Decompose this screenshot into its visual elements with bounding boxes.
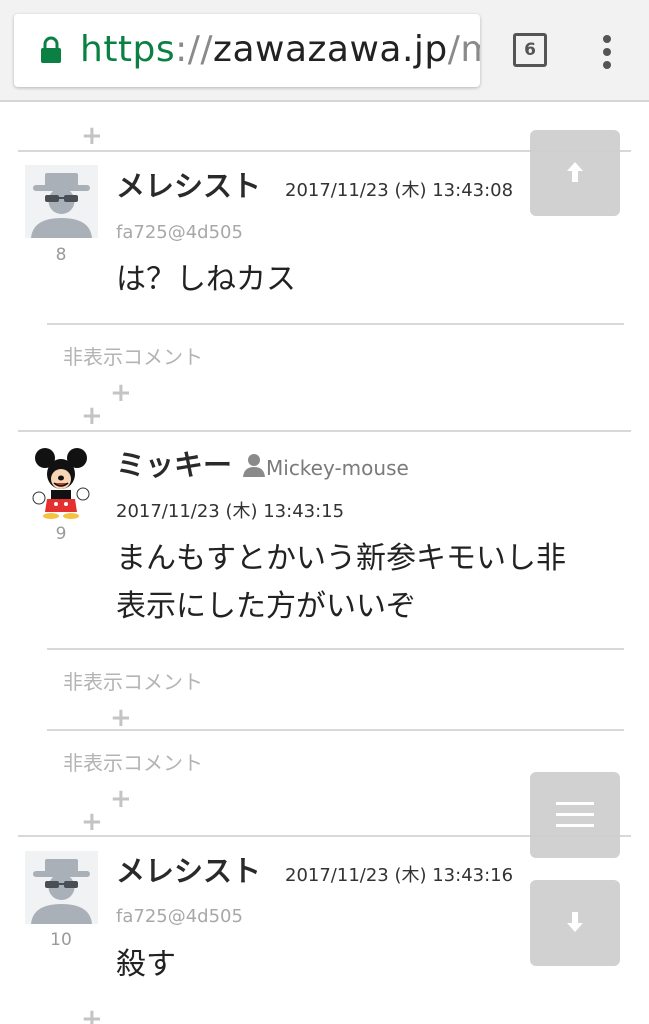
comment-number: 10 [50,930,72,950]
divider [47,323,624,325]
comment-user-id: fa725@4d505 [116,906,243,927]
menu-button[interactable] [530,772,620,858]
scroll-bottom-button[interactable] [530,880,620,966]
expand-icon[interactable]: + [81,1006,103,1024]
url-scheme: https [80,29,176,70]
url-text[interactable]: https://zawazawa.jp/m [80,28,480,72]
arrow-down-icon [567,912,583,932]
expand-icon[interactable]: + [110,786,132,812]
arrow-up-icon [567,162,583,182]
comment-timestamp: 2017/11/23 (木) 13:43:15 [116,501,345,522]
url-path: /m [447,29,480,70]
scroll-top-button[interactable] [530,130,620,216]
url-separator: :// [175,29,214,70]
hidden-comment-label[interactable]: 非表示コメント [63,670,203,694]
hidden-comment-label[interactable]: 非表示コメント [63,345,203,369]
hamburger-menu-icon [556,802,594,827]
expand-icon[interactable]: + [81,403,103,429]
comment-user-id: fa725@4d505 [116,222,243,243]
comment-timestamp: 2017/11/23 (木) 13:43:08 [285,180,514,201]
url-host: zawazawa.jp [213,29,448,70]
tab-switcher-button[interactable]: 6 [513,33,547,67]
expand-icon[interactable]: + [110,705,132,731]
browser-toolbar: https://zawazawa.jp/m 6 [0,0,649,102]
expand-icon[interactable]: + [81,809,103,835]
comment-author[interactable]: メレシスト [116,853,261,889]
screen: https://zawazawa.jp/m 6 + 8 メレシスト 2017/1… [0,0,649,1024]
overflow-menu-icon[interactable] [600,35,614,69]
address-bar[interactable]: https://zawazawa.jp/m [14,14,480,87]
comment-body-line-2: 表示にした方がいいぞ [116,589,416,624]
comment-number: 9 [55,524,67,544]
expand-icon[interactable]: + [110,380,132,406]
divider [47,648,624,650]
divider [47,729,624,731]
anonymous-avatar-icon [25,851,98,924]
mickey-mouse-avatar [25,446,98,519]
expand-icon[interactable]: + [81,123,103,149]
comment-body: 殺す [116,947,176,982]
comment-number: 8 [55,245,67,265]
comment-author[interactable]: ミッキー [116,447,232,483]
comment-timestamp: 2017/11/23 (木) 13:43:16 [285,865,514,886]
comment-handle[interactable]: Mickey-mouse [266,456,409,480]
hidden-comment-label[interactable]: 非表示コメント [63,751,203,775]
comment-body: は？しねカス [116,262,296,297]
comment-author[interactable]: メレシスト [116,168,261,204]
divider [18,430,631,432]
user-icon [243,454,265,477]
lock-icon [41,36,61,63]
comment-body-line-1: まんもすとかいう新参キモいし非 [116,541,566,576]
anonymous-avatar-icon [25,165,98,238]
